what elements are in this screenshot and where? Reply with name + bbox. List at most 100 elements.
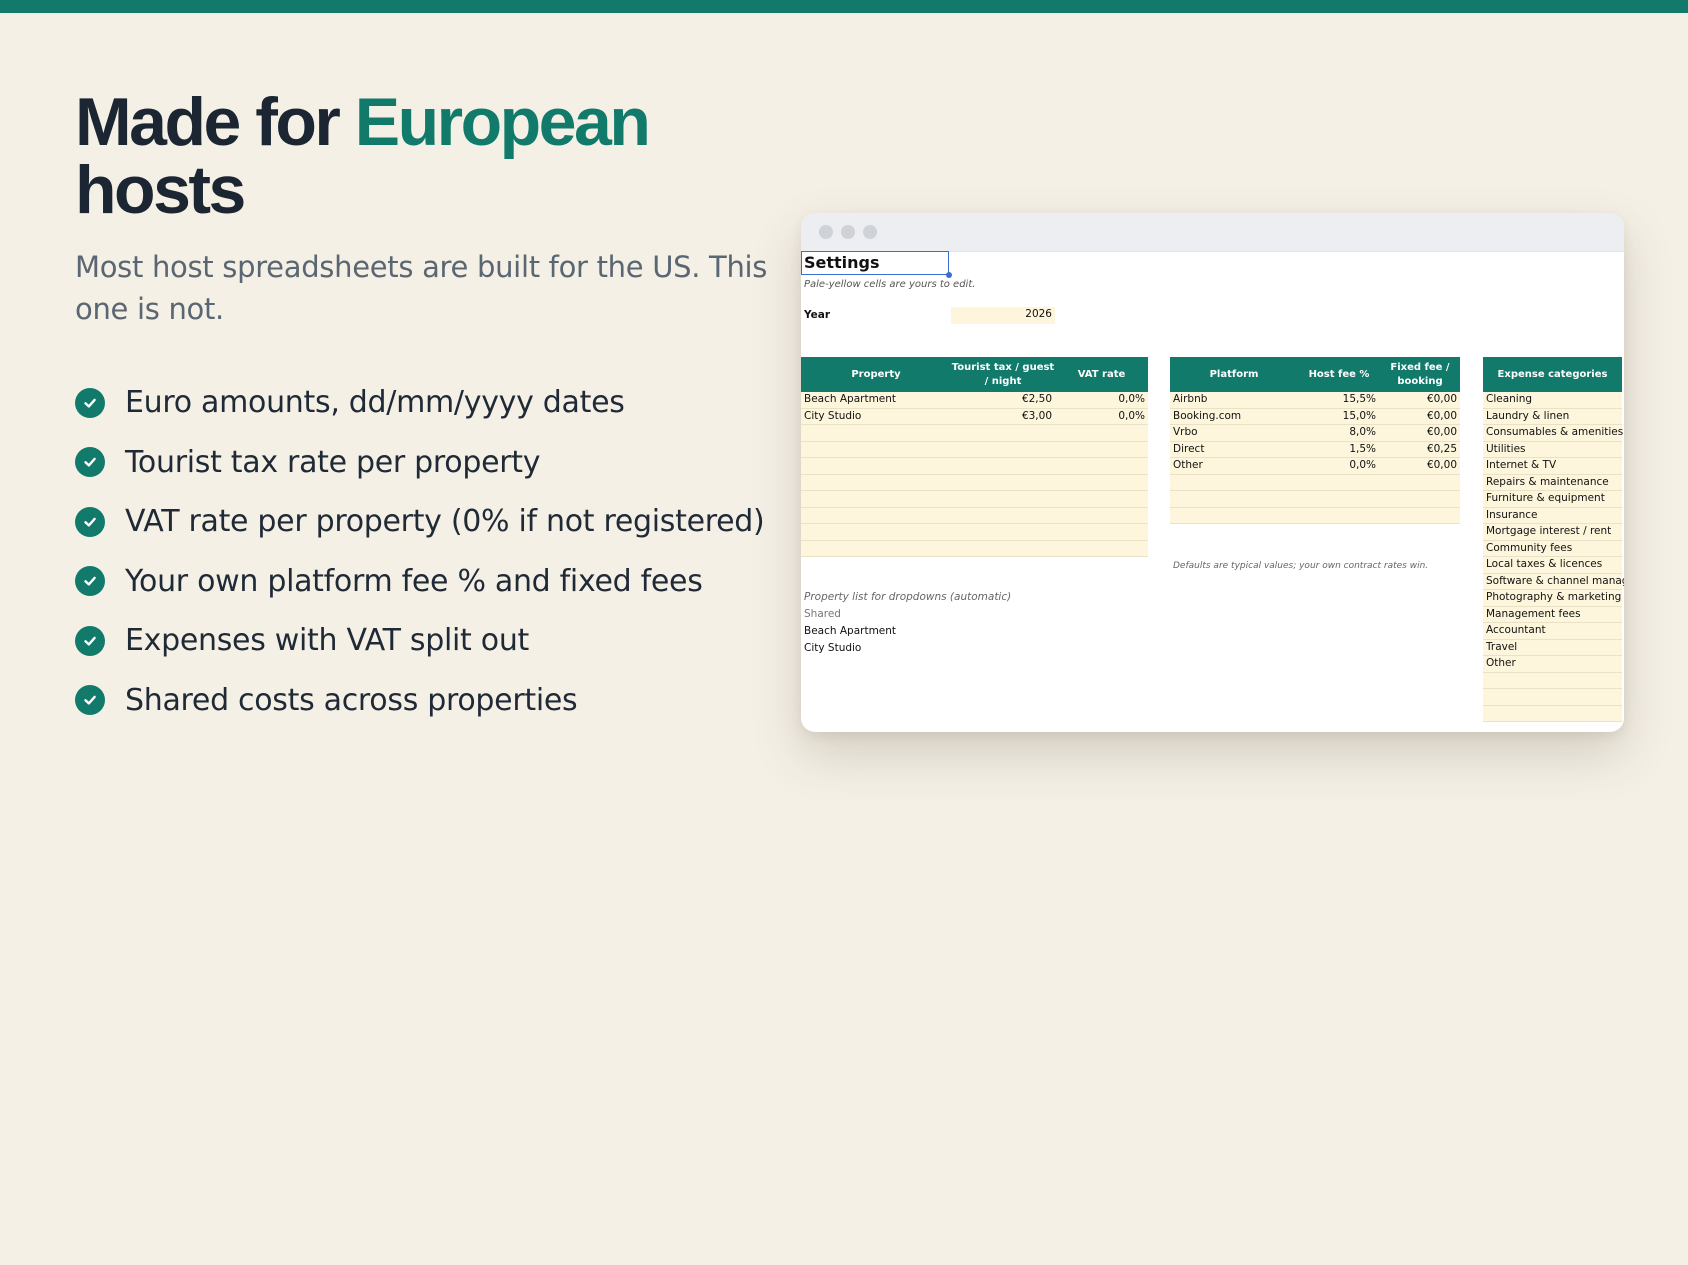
title-part-1: Made for [75, 84, 355, 160]
window-dot-icon [819, 225, 833, 239]
year-input-cell[interactable]: 2026 [951, 307, 1055, 324]
vat-rate-cell[interactable]: 0,0% [1118, 393, 1145, 405]
property-list-item: Shared [804, 608, 841, 620]
empty-row[interactable] [1483, 672, 1622, 689]
host-fee-cell[interactable]: 0,0% [1349, 459, 1376, 471]
feature-list: Euro amounts, dd/mm/yyyy dates Tourist t… [75, 373, 775, 730]
subtitle: Most host spreadsheets are built for the… [75, 250, 768, 326]
fixed-fee-cell[interactable]: €0,00 [1427, 393, 1457, 405]
fixed-fee-cell[interactable]: €0,00 [1427, 459, 1457, 471]
tourist-tax-cell[interactable]: €2,50 [1022, 393, 1052, 405]
list-item[interactable]: Cleaning [1483, 392, 1622, 409]
column-header: Fixed fee / booking [1390, 361, 1450, 387]
list-item[interactable]: Laundry & linen [1483, 408, 1622, 425]
column-header: Expense categories [1497, 368, 1608, 380]
empty-row[interactable] [801, 441, 1148, 458]
empty-row[interactable] [1170, 507, 1460, 524]
expense-category-cell[interactable]: Travel [1486, 641, 1517, 653]
list-item[interactable]: Utilities [1483, 441, 1622, 458]
expense-category-cell[interactable]: Internet & TV [1486, 459, 1556, 471]
column-header: Property [851, 368, 901, 380]
list-item[interactable]: Community fees [1483, 540, 1622, 557]
expense-category-cell[interactable]: Software & channel manage [1486, 575, 1624, 587]
property-name-cell[interactable]: Beach Apartment [804, 393, 896, 405]
expense-category-cell[interactable]: Repairs & maintenance [1486, 476, 1609, 488]
fill-handle[interactable] [946, 272, 952, 278]
check-icon [75, 387, 105, 418]
check-icon [75, 625, 105, 656]
fixed-fee-cell[interactable]: €0,00 [1427, 410, 1457, 422]
empty-row[interactable] [801, 524, 1148, 541]
host-fee-cell[interactable]: 8,0% [1349, 426, 1376, 438]
spreadsheet-window: Settings Pale-yellow cells are yours to … [801, 213, 1624, 732]
sheet-hint: Pale-yellow cells are yours to edit. [804, 279, 976, 290]
expense-category-cell[interactable]: Furniture & equipment [1486, 492, 1605, 504]
list-item[interactable]: Local taxes & licences [1483, 557, 1622, 574]
expense-category-cell[interactable]: Consumables & amenities [1486, 426, 1623, 438]
empty-row[interactable] [801, 425, 1148, 442]
table-row[interactable]: Other 0,0% €0,00 [1170, 458, 1460, 475]
expense-category-cell[interactable]: Management fees [1486, 608, 1581, 620]
list-item[interactable]: Internet & TV [1483, 458, 1622, 475]
property-name-cell[interactable]: City Studio [804, 410, 861, 422]
platform-name-cell[interactable]: Direct [1173, 443, 1204, 455]
sheet-title: Settings [804, 253, 880, 272]
vat-rate-cell[interactable]: 0,0% [1118, 410, 1145, 422]
expense-category-cell[interactable]: Laundry & linen [1486, 410, 1569, 422]
list-item[interactable]: Travel [1483, 639, 1622, 656]
host-fee-cell[interactable]: 15,5% [1343, 393, 1376, 405]
table-row[interactable]: City Studio €3,00 0,0% [801, 408, 1148, 425]
list-item[interactable]: Consumables & amenities [1483, 425, 1623, 442]
expense-table-header: Expense categories [1483, 357, 1622, 392]
expense-category-cell[interactable]: Photography & marketing [1486, 591, 1621, 603]
empty-row[interactable] [801, 540, 1148, 557]
list-item[interactable]: Management fees [1483, 606, 1622, 623]
empty-row[interactable] [1483, 705, 1622, 722]
expense-category-cell[interactable]: Cleaning [1486, 393, 1532, 405]
list-item[interactable]: Software & channel manage [1483, 573, 1624, 590]
expense-category-cell[interactable]: Community fees [1486, 542, 1572, 554]
feature-item: Your own platform fee % and fixed fees [75, 552, 775, 612]
title-part-2: hosts [75, 152, 246, 228]
expense-category-cell[interactable]: Accountant [1486, 624, 1546, 636]
list-item[interactable]: Repairs & maintenance [1483, 474, 1622, 491]
expense-category-cell[interactable]: Insurance [1486, 509, 1538, 521]
expense-category-cell[interactable]: Utilities [1486, 443, 1526, 455]
feature-text: Your own platform fee % and fixed fees [125, 563, 703, 599]
host-fee-cell[interactable]: 15,0% [1343, 410, 1376, 422]
column-header: Platform [1209, 368, 1259, 380]
table-row[interactable]: Beach Apartment €2,50 0,0% [801, 392, 1148, 409]
table-row[interactable]: Vrbo 8,0% €0,00 [1170, 425, 1460, 442]
tourist-tax-cell[interactable]: €3,00 [1022, 410, 1052, 422]
empty-row[interactable] [1170, 474, 1460, 491]
list-item[interactable]: Accountant [1483, 623, 1622, 640]
empty-row[interactable] [801, 458, 1148, 475]
empty-row[interactable] [801, 474, 1148, 491]
list-item[interactable]: Photography & marketing [1483, 590, 1622, 607]
list-item[interactable]: Other [1483, 656, 1622, 673]
platform-name-cell[interactable]: Other [1173, 459, 1203, 471]
fixed-fee-cell[interactable]: €0,25 [1427, 443, 1457, 455]
expense-category-cell[interactable]: Mortgage interest / rent [1486, 525, 1611, 537]
column-header: Tourist tax / guest / night [951, 361, 1055, 387]
empty-row[interactable] [1483, 689, 1622, 706]
empty-row[interactable] [1170, 491, 1460, 508]
list-item[interactable]: Furniture & equipment [1483, 491, 1622, 508]
table-row[interactable]: Booking.com 15,0% €0,00 [1170, 408, 1460, 425]
host-fee-cell[interactable]: 1,5% [1349, 443, 1376, 455]
empty-row[interactable] [801, 507, 1148, 524]
list-item[interactable]: Mortgage interest / rent [1483, 524, 1622, 541]
empty-row[interactable] [801, 491, 1148, 508]
platform-name-cell[interactable]: Airbnb [1173, 393, 1207, 405]
table-row[interactable]: Airbnb 15,5% €0,00 [1170, 392, 1460, 409]
list-item[interactable]: Insurance [1483, 507, 1622, 524]
fixed-fee-cell[interactable]: €0,00 [1427, 426, 1457, 438]
property-table-header: Property Tourist tax / guest / night VAT… [801, 357, 1148, 392]
title-accent: European [354, 84, 651, 160]
feature-item: Euro amounts, dd/mm/yyyy dates [75, 373, 775, 433]
platform-name-cell[interactable]: Vrbo [1173, 426, 1198, 438]
platform-name-cell[interactable]: Booking.com [1173, 410, 1241, 422]
expense-category-cell[interactable]: Local taxes & licences [1486, 558, 1602, 570]
expense-category-cell[interactable]: Other [1486, 657, 1516, 669]
table-row[interactable]: Direct 1,5% €0,25 [1170, 441, 1460, 458]
